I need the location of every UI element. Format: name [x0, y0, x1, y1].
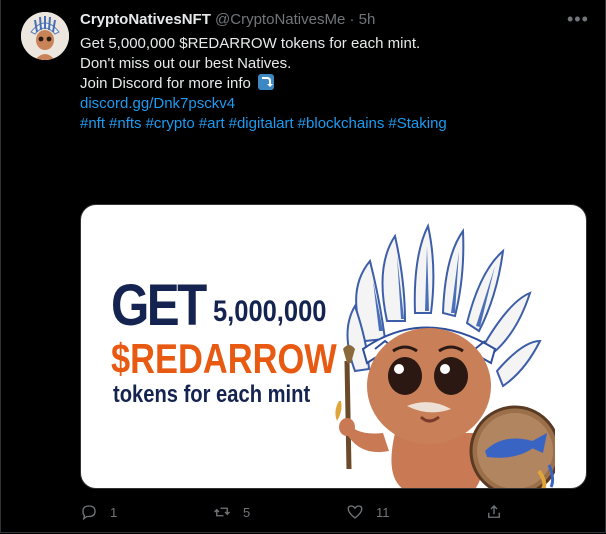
timestamp[interactable]: 5h	[359, 11, 376, 28]
tweet-line-1: Get 5,000,000 $REDARROW tokens for each …	[80, 35, 421, 52]
hashtag-list: #nft #nfts #crypto #art #digitalart #blockcha…	[80, 114, 585, 134]
more-options-icon[interactable]: •••	[567, 10, 589, 28]
tweet-header: CryptoNativesNFT @CryptoNativesMe · 5h	[80, 10, 375, 30]
tweet-line-3-text: Join Discord for more info	[80, 75, 251, 92]
retweet-count: 5	[243, 504, 251, 520]
heart-icon	[347, 505, 363, 519]
hashtag-art[interactable]: #art	[199, 115, 225, 132]
tweet-line-2: Don't miss out our best Natives.	[80, 55, 292, 72]
display-name[interactable]: CryptoNativesNFT	[80, 11, 211, 28]
media-get-heading: GET 5,000,000	[111, 273, 326, 338]
media-token-name: $REDARROW	[111, 335, 337, 382]
reply-button[interactable]: 1	[80, 502, 117, 522]
tweet-media-image[interactable]: GET 5,000,000 $REDARROW tokens for each …	[80, 204, 587, 489]
hashtag-nft[interactable]: #nft	[80, 115, 105, 132]
discord-link[interactable]: discord.gg/Dnk7psckv4	[80, 94, 585, 114]
share-button[interactable]	[485, 502, 503, 522]
tweet-text: Get 5,000,000 $REDARROW tokens for each …	[80, 34, 585, 134]
separator-dot: ·	[349, 11, 355, 28]
share-icon	[488, 505, 500, 518]
tweet-actions: 1 5 11	[80, 502, 585, 522]
hashtag-crypto[interactable]: #crypto	[146, 115, 195, 132]
media-get-word: GET	[111, 273, 207, 338]
avatar-native-character-image	[21, 12, 69, 60]
like-count: 11	[376, 504, 390, 520]
user-handle[interactable]: @CryptoNativesMe	[215, 11, 345, 28]
reply-count: 1	[110, 504, 118, 520]
tweet-line-3: Join Discord for more info	[80, 74, 585, 94]
hashtag-digitalart[interactable]: #digitalart	[229, 115, 294, 132]
tweet-card[interactable]: CryptoNativesNFT @CryptoNativesMe · 5h •…	[0, 0, 606, 533]
native-character-illustration	[335, 223, 555, 488]
retweet-button[interactable]: 5	[213, 502, 250, 522]
hashtag-nfts[interactable]: #nfts	[109, 115, 142, 132]
media-token-amount: 5,000,000	[213, 295, 327, 328]
media-tagline: tokens for each mint	[113, 381, 311, 408]
hashtag-blockchains[interactable]: #blockchains	[298, 115, 385, 132]
reply-icon	[82, 505, 96, 521]
hashtag-staking[interactable]: #Staking	[388, 115, 446, 132]
like-button[interactable]: 11	[346, 502, 390, 522]
retweet-icon	[214, 507, 230, 517]
right-arrow-curving-down-emoji-icon	[258, 74, 275, 90]
avatar[interactable]	[21, 12, 69, 60]
